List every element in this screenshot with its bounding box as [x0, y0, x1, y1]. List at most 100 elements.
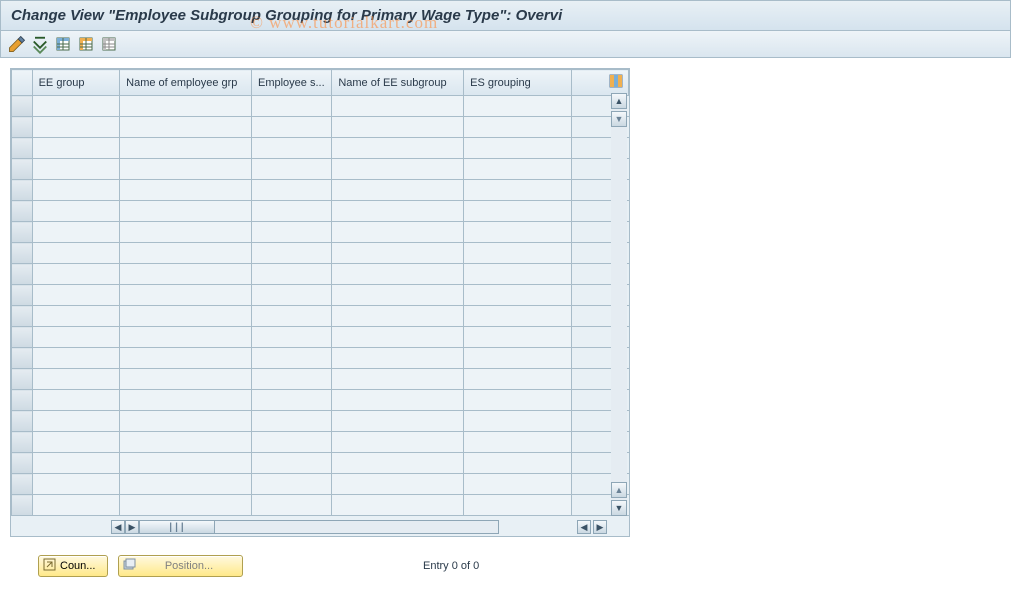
cell[interactable]: [332, 180, 464, 201]
cell[interactable]: [332, 327, 464, 348]
cell[interactable]: [120, 327, 252, 348]
cell[interactable]: [32, 411, 120, 432]
cell[interactable]: [251, 180, 331, 201]
cell[interactable]: [464, 495, 572, 516]
cell[interactable]: [332, 306, 464, 327]
cell[interactable]: [251, 474, 331, 495]
col-header-name-ee-sub[interactable]: Name of EE subgroup: [332, 70, 464, 96]
row-selector[interactable]: [12, 222, 33, 243]
cell[interactable]: [251, 96, 331, 117]
cell[interactable]: [251, 495, 331, 516]
cell[interactable]: [332, 432, 464, 453]
cell[interactable]: [332, 474, 464, 495]
row-selector[interactable]: [12, 474, 33, 495]
cell[interactable]: [251, 327, 331, 348]
configure-columns-button[interactable]: [603, 70, 629, 96]
row-selector[interactable]: [12, 369, 33, 390]
cell[interactable]: [120, 243, 252, 264]
row-selector[interactable]: [12, 138, 33, 159]
row-selector[interactable]: [12, 159, 33, 180]
row-selector[interactable]: [12, 201, 33, 222]
cell[interactable]: [32, 348, 120, 369]
cell[interactable]: [120, 390, 252, 411]
select-block-icon[interactable]: [76, 34, 96, 54]
cell[interactable]: [332, 264, 464, 285]
cell[interactable]: [120, 222, 252, 243]
cell[interactable]: [332, 495, 464, 516]
row-selector[interactable]: [12, 348, 33, 369]
cell[interactable]: [464, 411, 572, 432]
col-header-name-emp-grp[interactable]: Name of employee grp: [120, 70, 252, 96]
cell[interactable]: [332, 369, 464, 390]
cell[interactable]: [464, 159, 572, 180]
cell[interactable]: [32, 117, 120, 138]
cell[interactable]: [120, 495, 252, 516]
cell[interactable]: [332, 348, 464, 369]
cell[interactable]: [332, 411, 464, 432]
cell[interactable]: [120, 264, 252, 285]
cell[interactable]: [32, 201, 120, 222]
vscroll-down2-icon[interactable]: ▲: [611, 482, 627, 498]
col-header-ee-group[interactable]: EE group: [32, 70, 120, 96]
cell[interactable]: [332, 117, 464, 138]
cell[interactable]: [251, 159, 331, 180]
cell[interactable]: [251, 264, 331, 285]
cell[interactable]: [120, 180, 252, 201]
row-selector[interactable]: [12, 96, 33, 117]
cell[interactable]: [251, 138, 331, 159]
row-selector[interactable]: [12, 117, 33, 138]
hscroll-right-icon[interactable]: ▶: [125, 520, 139, 534]
vscroll-up2-icon[interactable]: ▼: [611, 111, 627, 127]
cell[interactable]: [251, 432, 331, 453]
row-selector[interactable]: [12, 285, 33, 306]
row-selector[interactable]: [12, 306, 33, 327]
cell[interactable]: [32, 264, 120, 285]
cell[interactable]: [464, 453, 572, 474]
cell[interactable]: [120, 96, 252, 117]
hscroll-left-icon[interactable]: ◀: [111, 520, 125, 534]
cell[interactable]: [32, 390, 120, 411]
cell[interactable]: [120, 201, 252, 222]
cell[interactable]: [332, 453, 464, 474]
vscroll-track[interactable]: [611, 127, 627, 482]
cell[interactable]: [120, 432, 252, 453]
vscroll-down-icon[interactable]: ▼: [611, 500, 627, 516]
cell[interactable]: [251, 411, 331, 432]
hscroll-right2-icon[interactable]: ▶: [593, 520, 607, 534]
cell[interactable]: [464, 117, 572, 138]
hscroll-track[interactable]: ┃┃┃: [139, 520, 499, 534]
hscroll-thumb[interactable]: ┃┃┃: [140, 521, 215, 533]
col-header-es-grouping[interactable]: ES grouping: [464, 70, 572, 96]
cell[interactable]: [251, 222, 331, 243]
cell[interactable]: [332, 201, 464, 222]
row-selector[interactable]: [12, 327, 33, 348]
cell[interactable]: [251, 390, 331, 411]
cell[interactable]: [251, 201, 331, 222]
cell[interactable]: [120, 453, 252, 474]
cell[interactable]: [464, 369, 572, 390]
row-selector[interactable]: [12, 390, 33, 411]
cell[interactable]: [464, 201, 572, 222]
cell[interactable]: [464, 285, 572, 306]
cell[interactable]: [32, 243, 120, 264]
cell[interactable]: [32, 327, 120, 348]
cell[interactable]: [464, 180, 572, 201]
cell[interactable]: [332, 96, 464, 117]
cell[interactable]: [120, 159, 252, 180]
select-all-icon[interactable]: [53, 34, 73, 54]
cell[interactable]: [251, 453, 331, 474]
cell[interactable]: [251, 285, 331, 306]
position-button[interactable]: Position...: [118, 555, 243, 577]
cell[interactable]: [32, 222, 120, 243]
cell[interactable]: [32, 285, 120, 306]
cell[interactable]: [464, 327, 572, 348]
col-header-emp-sub[interactable]: Employee s...: [251, 70, 331, 96]
cell[interactable]: [251, 306, 331, 327]
cell[interactable]: [332, 159, 464, 180]
cell[interactable]: [464, 348, 572, 369]
display-change-toggle-icon[interactable]: [7, 34, 27, 54]
row-selector[interactable]: [12, 432, 33, 453]
cell[interactable]: [120, 117, 252, 138]
col-header-selector[interactable]: [12, 70, 33, 96]
cell[interactable]: [251, 348, 331, 369]
